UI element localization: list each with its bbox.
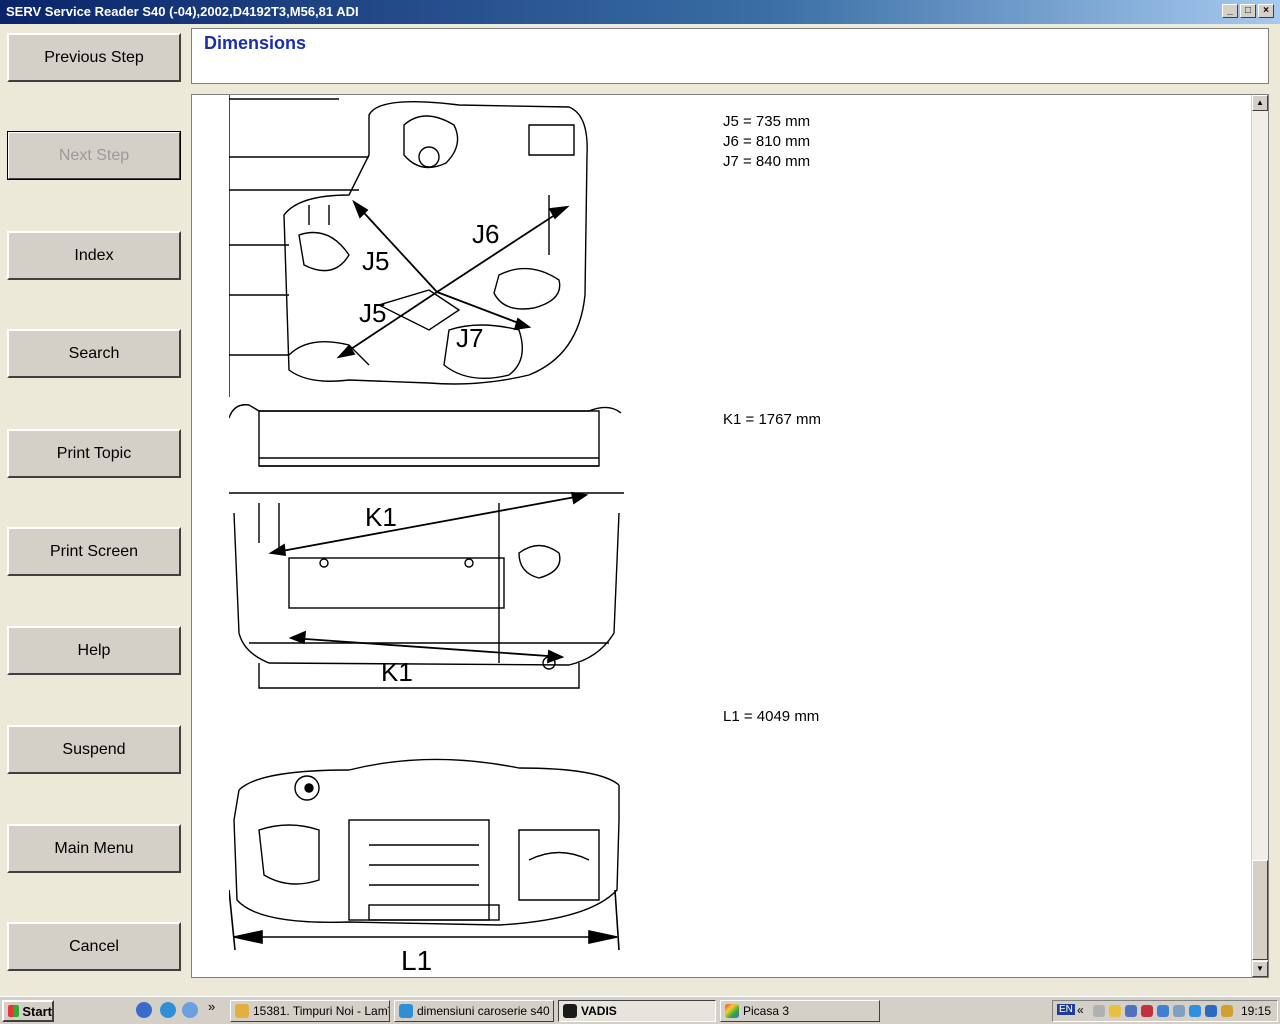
title-bar: SERV Service Reader S40 (-04),2002,D4192… (0, 0, 1280, 24)
dimension-j6: J6 = 810 mm (723, 133, 811, 150)
window-title: SERV Service Reader S40 (-04),2002,D4192… (6, 4, 359, 19)
label-l1: L1 (401, 945, 432, 976)
quicklaunch-browser-icon[interactable] (160, 1002, 176, 1018)
suspend-button[interactable]: Suspend (7, 725, 181, 774)
browser-icon (399, 1004, 413, 1018)
print-screen-button[interactable]: Print Screen (7, 527, 181, 576)
scroll-up-arrow-icon[interactable]: ▲ (1252, 95, 1268, 111)
label-j6: J6 (472, 219, 499, 249)
start-label: Start (22, 1003, 52, 1019)
dimension-j7: J7 = 840 mm (723, 153, 811, 170)
language-indicator[interactable]: EN (1057, 1004, 1075, 1015)
system-tray: EN « 19:15 (1052, 1000, 1278, 1022)
dimension-l1: L1 = 4049 mm (723, 708, 820, 725)
label-j5-upper: J5 (362, 246, 389, 276)
start-button[interactable]: Start (2, 1000, 54, 1022)
dimension-k1: K1 = 1767 mm (723, 411, 821, 428)
tray-icon[interactable] (1157, 1005, 1169, 1017)
tray-icon[interactable] (1205, 1005, 1217, 1017)
full-underbody-diagram: L1 (229, 758, 620, 976)
tray-icon[interactable] (1173, 1005, 1185, 1017)
taskbar-item[interactable]: 15381. Timpuri Noi - Lamî... (230, 1000, 390, 1022)
quicklaunch-app-icon[interactable] (136, 1002, 152, 1018)
scroll-down-arrow-icon[interactable]: ▼ (1252, 961, 1268, 977)
label-j7: J7 (456, 323, 483, 353)
tray-icon[interactable] (1093, 1005, 1105, 1017)
minimize-button[interactable]: _ (1222, 4, 1238, 18)
print-topic-button[interactable]: Print Topic (7, 429, 181, 478)
label-j5-lower: J5 (359, 298, 386, 328)
previous-step-button[interactable]: Previous Step (7, 33, 181, 82)
scrollbar-thumb[interactable] (1252, 860, 1268, 960)
cancel-button[interactable]: Cancel (7, 922, 181, 971)
volume-icon[interactable] (1189, 1005, 1201, 1017)
content-pane: J5 J6 J5 J7 J5 = 735 mm J6 = 810 mm J7 =… (191, 94, 1269, 978)
vertical-scrollbar[interactable]: ▲ ▼ (1251, 95, 1268, 977)
maximize-button[interactable]: □ (1240, 4, 1256, 18)
folder-icon (235, 1004, 249, 1018)
dimension-list-j: J5 = 735 mm J6 = 810 mm J7 = 840 mm (723, 112, 810, 172)
close-button[interactable]: × (1258, 4, 1274, 18)
tray-expand-icon[interactable]: « (1077, 1003, 1084, 1017)
center-underbody-diagram: K1 K1 (229, 404, 624, 689)
clock: 19:15 (1240, 1004, 1271, 1018)
next-step-button[interactable]: Next Step (7, 131, 181, 180)
label-k1-lower: K1 (381, 657, 413, 687)
search-button[interactable]: Search (7, 329, 181, 378)
main-menu-button[interactable]: Main Menu (7, 824, 181, 873)
topic-header: Dimensions (191, 28, 1269, 84)
page-title: Dimensions (204, 33, 307, 53)
shield-icon[interactable] (1109, 1005, 1121, 1017)
windows-logo-icon (8, 1005, 20, 1017)
vadis-icon (563, 1004, 577, 1018)
taskbar-item[interactable]: Picasa 3 (720, 1000, 880, 1022)
dimension-j5: J5 = 735 mm (723, 113, 811, 130)
taskbar-item-active[interactable]: VADIS (558, 1000, 716, 1022)
index-button[interactable]: Index (7, 231, 181, 280)
label-k1-upper: K1 (365, 502, 397, 532)
quicklaunch-overflow-icon[interactable]: » (208, 999, 215, 1014)
network-icon[interactable] (1125, 1005, 1137, 1017)
picasa-icon (725, 1004, 739, 1018)
help-button[interactable]: Help (7, 626, 181, 675)
taskbar-item[interactable]: dimensiuni caroserie s40 ... (394, 1000, 554, 1022)
tray-icon[interactable] (1221, 1005, 1233, 1017)
tray-icon[interactable] (1141, 1005, 1153, 1017)
quicklaunch-desktop-icon[interactable] (182, 1002, 198, 1018)
taskbar: Start » 15381. Timpuri Noi - Lamî... dim… (0, 996, 1280, 1024)
rear-underbody-diagram: J5 J6 J5 J7 (229, 95, 588, 397)
